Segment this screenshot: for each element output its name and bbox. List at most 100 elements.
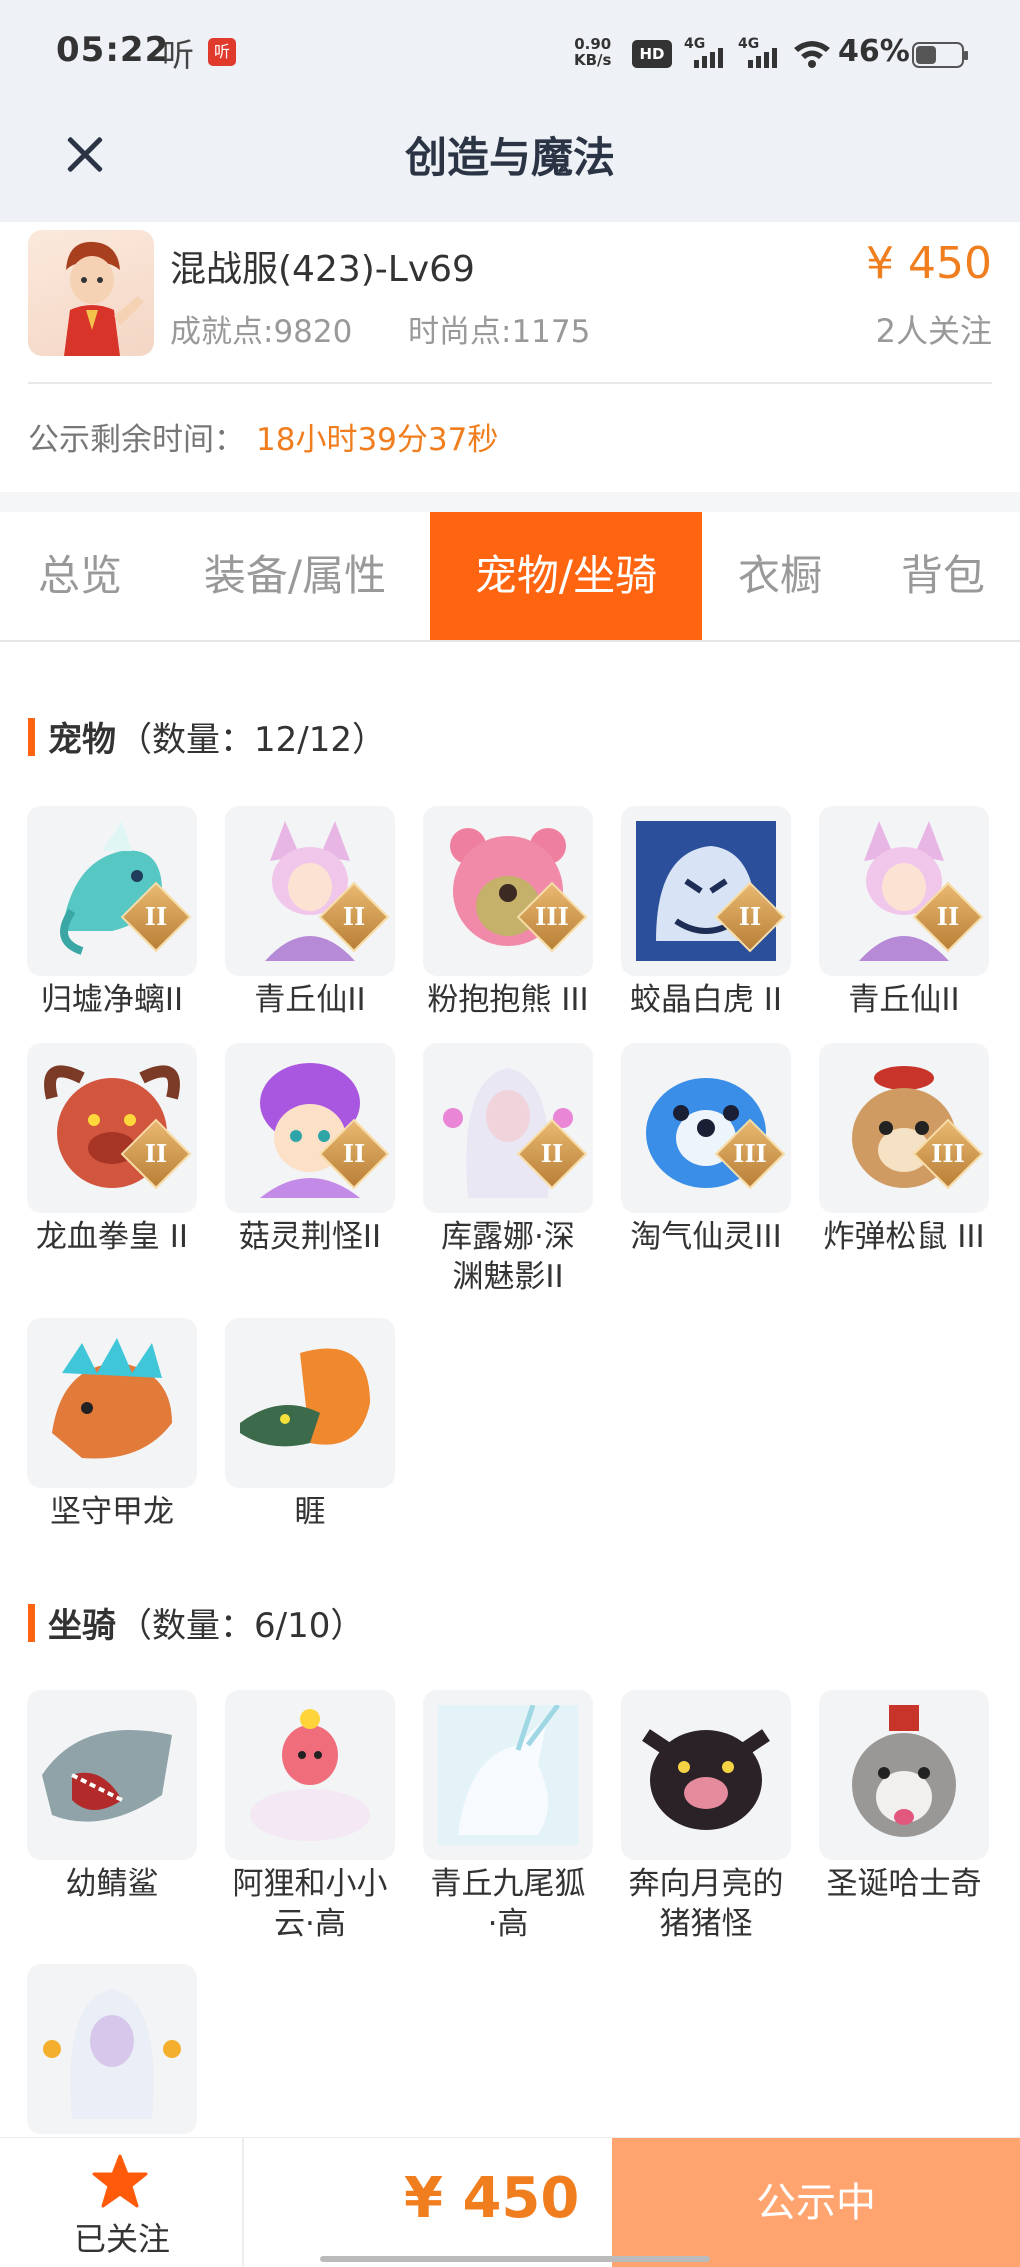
- mount-name-line2: 猪猪怪: [659, 1906, 753, 1942]
- pet-thumbnail: II: [621, 806, 791, 976]
- signal-icon-1: 4G: [684, 36, 734, 70]
- pet-name: 炸弹松鼠 III: [823, 1219, 985, 1255]
- mount-thumbnail: [423, 1690, 593, 1860]
- app-badge-icon: 听: [208, 38, 236, 66]
- pet-name: 菇灵荆怪II: [238, 1219, 382, 1255]
- pet-name: 粉抱抱熊 III: [427, 982, 589, 1018]
- pet-item[interactable]: 睚: [212, 1318, 408, 1532]
- tab-pets-mounts[interactable]: 宠物/坐骑: [430, 512, 702, 640]
- mount-item[interactable]: 阿狸和小小 云·高: [212, 1690, 408, 1944]
- pet-name: 淘气仙灵III: [630, 1219, 782, 1255]
- section-gap: [0, 492, 1020, 512]
- pets-title: 宠物: [48, 720, 116, 760]
- pet-thumbnail: II: [819, 806, 989, 976]
- star-icon: [92, 2154, 148, 2208]
- pet-name-line2: 渊魅影II: [452, 1259, 564, 1295]
- pet-name: 睚: [294, 1494, 326, 1530]
- pets-count: （数量：12/12）: [118, 720, 386, 760]
- public-notice-button[interactable]: 公示中: [612, 2138, 1020, 2267]
- pet-item[interactable]: II 青丘仙II: [212, 806, 408, 1020]
- followers-count: 2人关注: [875, 312, 992, 350]
- tab-equipment[interactable]: 装备/属性: [170, 512, 420, 640]
- mount-name: 青丘九尾狐 ·高: [410, 1864, 606, 1944]
- follow-button[interactable]: 已关注: [0, 2138, 244, 2267]
- net-speed-value: 0.90: [574, 35, 612, 53]
- rank-text: III: [733, 1139, 767, 1168]
- pet-thumbnail: III: [819, 1043, 989, 1213]
- pet-thumbnail: II: [225, 1043, 395, 1213]
- mount-name-line2: ·高: [487, 1906, 529, 1942]
- tab-bag[interactable]: 背包: [866, 512, 1020, 640]
- pet-item[interactable]: II 青丘仙II: [806, 806, 1002, 1020]
- rank-text: II: [144, 1139, 168, 1168]
- pet-name: 库露娜·深 渊魅影II: [410, 1217, 606, 1297]
- pet-thumbnail: III: [423, 806, 593, 976]
- pet-name: 青丘仙II: [848, 982, 960, 1018]
- pet-thumbnail: III: [621, 1043, 791, 1213]
- mount-name: 阿狸和小小 云·高: [212, 1864, 408, 1944]
- rank-text: II: [144, 902, 168, 931]
- battery-percent: 46%: [838, 34, 910, 69]
- pet-item[interactable]: II 归墟净螭II: [14, 806, 210, 1020]
- net-speed-unit: KB/s: [574, 51, 612, 69]
- mount-item[interactable]: 奔向月亮的 猪猪怪: [608, 1690, 804, 1944]
- character-card: 混战服(423)-Lv69 ¥ 450 成就点:9820 时尚点:1175 2人…: [0, 222, 1020, 492]
- pet-item[interactable]: III 粉抱抱熊 III: [410, 806, 606, 1020]
- notice-remaining-time: 18小时39分37秒: [256, 422, 499, 458]
- rank-text: III: [535, 902, 569, 931]
- hd-icon: HD: [632, 40, 672, 68]
- signal-1-label: 4G: [684, 36, 706, 52]
- home-indicator: [320, 2256, 710, 2262]
- pet-thumbnail: [27, 1318, 197, 1488]
- signal-2-label: 4G: [738, 36, 760, 52]
- mount-name: 幼鲭鲨: [65, 1866, 159, 1902]
- section-bar: [28, 718, 35, 756]
- pet-item[interactable]: II 蛟晶白虎 II: [608, 806, 804, 1020]
- mount-name-line1: 青丘九尾狐: [430, 1866, 586, 1902]
- pet-thumbnail: [225, 1318, 395, 1488]
- pet-name-line1: 库露娜·深: [441, 1219, 575, 1255]
- mount-thumbnail: [27, 1690, 197, 1860]
- pet-item[interactable]: III 炸弹松鼠 III: [806, 1043, 1002, 1257]
- tab-bar: 总览 装备/属性 宠物/坐骑 衣橱 背包: [0, 512, 1020, 642]
- section-bar: [28, 1604, 35, 1642]
- mount-item[interactable]: 幼鲭鲨: [14, 1690, 210, 1904]
- page-title: 创造与魔法: [404, 133, 615, 182]
- pet-name: 龙血拳皇 II: [35, 1219, 189, 1255]
- character-price: ¥ 450: [866, 238, 992, 289]
- pet-thumbnail: II: [423, 1043, 593, 1213]
- status-time: 05:22: [56, 30, 170, 70]
- character-avatar: [28, 230, 154, 356]
- mount-name-line2: 云·高: [274, 1906, 346, 1942]
- pet-item[interactable]: II 库露娜·深 渊魅影II: [410, 1043, 606, 1297]
- status-bar: 05:22 听 听 0.90 KB/s HD 4G 4G 46%: [0, 0, 1020, 110]
- mount-item[interactable]: 青丘九尾狐 ·高: [410, 1690, 606, 1944]
- wifi-icon: [794, 41, 830, 68]
- mounts-title: 坐骑: [48, 1606, 116, 1646]
- pet-item[interactable]: II 龙血拳皇 II: [14, 1043, 210, 1257]
- divider: [28, 382, 992, 384]
- mount-thumbnail: [225, 1690, 395, 1860]
- pet-item[interactable]: 坚守甲龙: [14, 1318, 210, 1532]
- mount-thumbnail: [621, 1690, 791, 1860]
- signal-icon-2: 4G: [738, 36, 788, 70]
- mount-item[interactable]: 圣诞哈士奇: [806, 1690, 1002, 1904]
- tab-wardrobe[interactable]: 衣橱: [712, 512, 848, 640]
- bottom-price: ¥ 450: [404, 2166, 580, 2231]
- pet-name: 蛟晶白虎 II: [629, 982, 783, 1018]
- pet-item[interactable]: II 菇灵荆怪II: [212, 1043, 408, 1257]
- tab-overview[interactable]: 总览: [0, 512, 160, 640]
- status-listen-text: 听: [162, 36, 195, 74]
- mount-name: 圣诞哈士奇: [826, 1866, 982, 1902]
- rank-text: II: [936, 902, 960, 931]
- mount-item[interactable]: [14, 1964, 210, 2138]
- rank-text: II: [342, 1139, 366, 1168]
- rank-text: II: [342, 902, 366, 931]
- net-speed: 0.90 KB/s: [574, 36, 611, 68]
- mount-thumbnail: [819, 1690, 989, 1860]
- pet-name: 坚守甲龙: [50, 1494, 174, 1530]
- mount-name-line1: 奔向月亮的: [628, 1866, 784, 1902]
- bottom-bar: 已关注 ¥ 450 公示中: [0, 2137, 1020, 2267]
- achievement-points: 成就点:9820: [170, 314, 353, 350]
- pet-item[interactable]: III 淘气仙灵III: [608, 1043, 804, 1257]
